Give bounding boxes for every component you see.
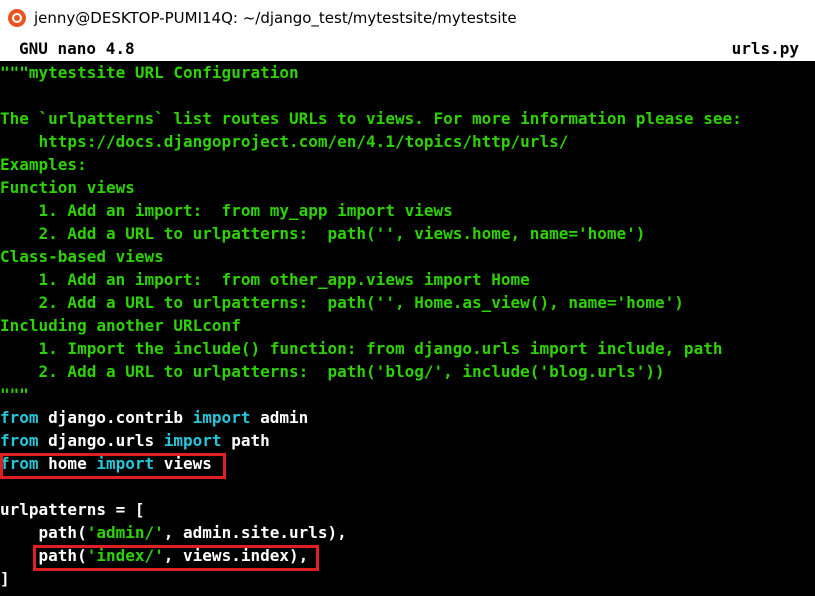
nano-version: GNU nano 4.8 xyxy=(19,39,135,58)
path-call: path( xyxy=(0,523,87,542)
code-line: ] xyxy=(0,569,10,588)
keyword-import: import xyxy=(163,431,222,450)
code-line: urlpatterns = [ xyxy=(0,500,145,519)
editor-area[interactable]: """mytestsite URL Configuration The `url… xyxy=(0,61,815,596)
nano-filename: urls.py xyxy=(731,39,799,58)
code-line: 1. Add an import: from my_app import vie… xyxy=(0,201,453,220)
code-line: 2. Add a URL to urlpatterns: path('', vi… xyxy=(0,224,646,243)
highlight-box-import xyxy=(0,453,226,479)
code-line: https://docs.djangoproject.com/en/4.1/to… xyxy=(0,132,569,151)
nano-header: GNU nano 4.8 urls.py xyxy=(0,37,815,61)
import-name: admin xyxy=(250,408,309,427)
code-line: Function views xyxy=(0,178,135,197)
keyword-from: from xyxy=(0,431,39,450)
code-line: 2. Add a URL to urlpatterns: path('', Ho… xyxy=(0,293,684,312)
keyword-from: from xyxy=(0,408,39,427)
code-line: The `urlpatterns` list routes URLs to vi… xyxy=(0,109,742,128)
window-titlebar: jenny@DESKTOP-PUMI14Q: ~/django_test/myt… xyxy=(0,0,815,37)
code-line: Examples: xyxy=(0,155,87,174)
code-line: """ xyxy=(0,385,29,404)
code-line: 2. Add a URL to urlpatterns: path('blog/… xyxy=(0,362,665,381)
code-line: Class-based views xyxy=(0,247,164,266)
window-title: jenny@DESKTOP-PUMI14Q: ~/django_test/myt… xyxy=(34,9,517,27)
module-name: django.contrib xyxy=(38,408,193,427)
import-name: path xyxy=(221,431,270,450)
code-line-import-path: from django.urls import path xyxy=(0,429,270,452)
code-line: 1. Add an import: from other_app.views i… xyxy=(0,270,530,289)
keyword-import: import xyxy=(192,408,251,427)
path-args: , admin.site.urls), xyxy=(163,523,347,542)
code-line: 1. Import the include() function: from d… xyxy=(0,339,723,358)
ubuntu-icon xyxy=(8,9,26,27)
code-line: Including another URLconf xyxy=(0,316,241,335)
module-name: django.urls xyxy=(38,431,164,450)
highlight-box-path xyxy=(33,545,319,571)
code-line: """mytestsite URL Configuration xyxy=(0,63,299,82)
code-line-import-admin: from django.contrib import admin xyxy=(0,406,308,429)
string-literal: 'admin/' xyxy=(86,523,164,542)
code-line-path-admin: path('admin/', admin.site.urls), xyxy=(0,521,347,544)
